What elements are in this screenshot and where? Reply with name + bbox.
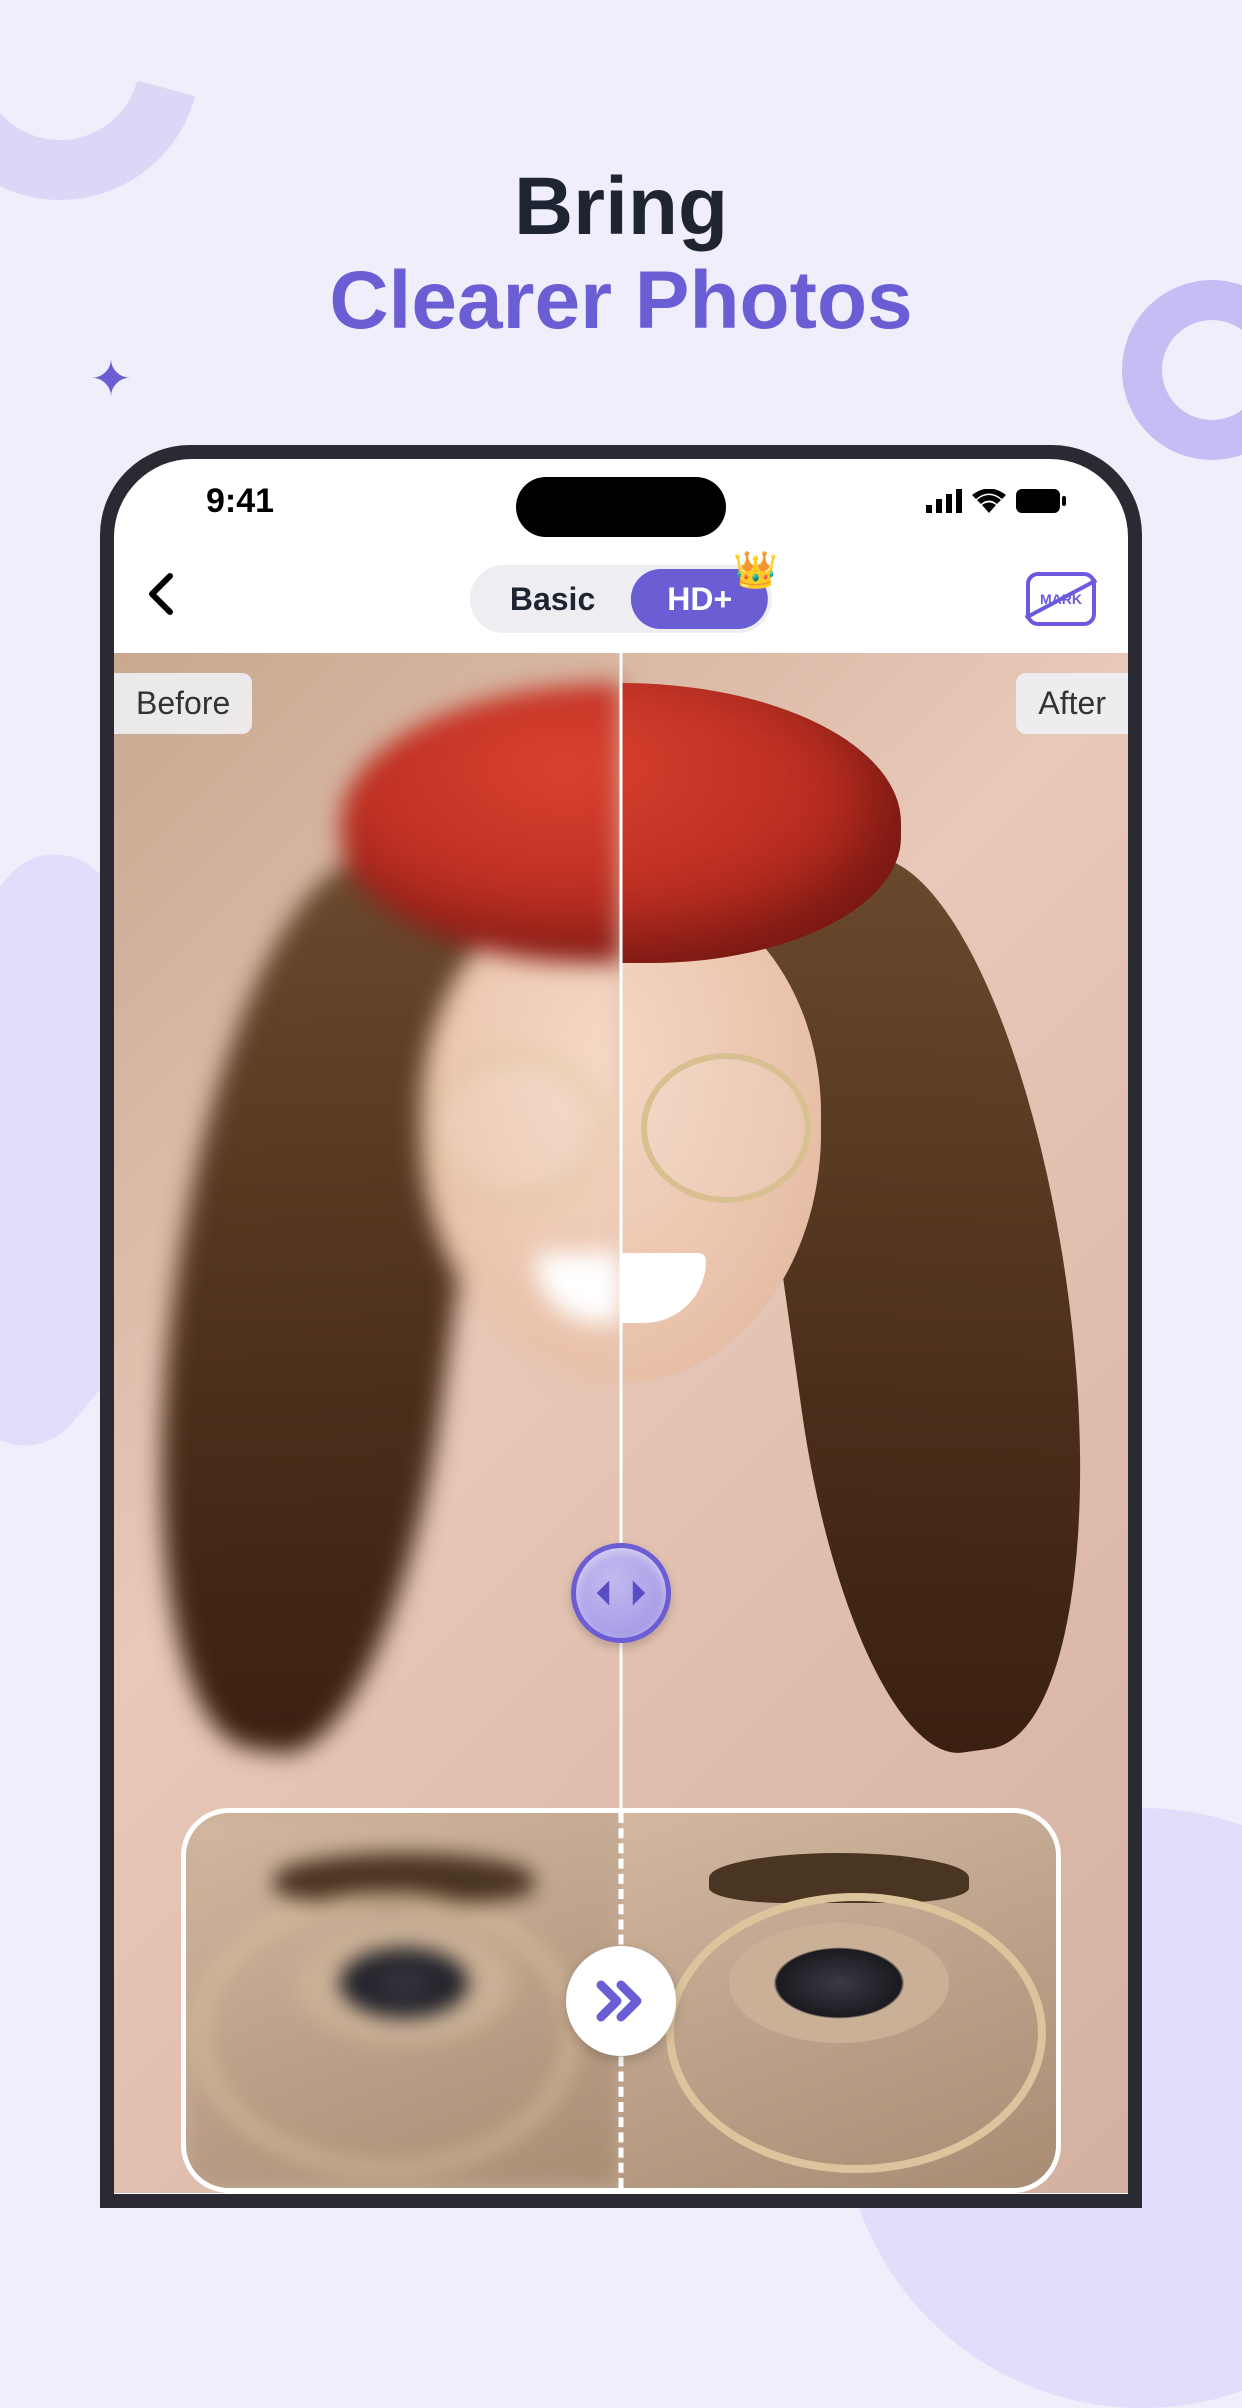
headline-line-2: Clearer Photos: [0, 254, 1242, 348]
double-chevron-right-icon: [595, 1979, 647, 2023]
dynamic-island: [516, 477, 726, 537]
cellular-icon: [926, 489, 962, 513]
status-icons: [926, 489, 1066, 513]
headline-line-1: Bring: [0, 160, 1242, 254]
quality-segment-control[interactable]: Basic HD+ 👑: [470, 565, 772, 633]
status-bar: 9:41: [114, 459, 1128, 535]
segment-hd-plus[interactable]: HD+ 👑: [631, 569, 768, 629]
wifi-icon: [972, 489, 1006, 513]
detail-after: [621, 1813, 1056, 2188]
battery-icon: [1016, 489, 1066, 513]
after-label: After: [1016, 673, 1128, 734]
detail-before: [186, 1813, 621, 2188]
chevron-left-icon: [146, 572, 174, 616]
detail-zoom-inset: [181, 1808, 1061, 2193]
comparison-slider-handle[interactable]: [571, 1543, 671, 1643]
nav-bar: Basic HD+ 👑 MARK: [114, 535, 1128, 653]
status-time: 9:41: [206, 482, 274, 521]
sparkle-icon: ✦: [90, 350, 132, 408]
phone-screen: 9:41 Basic HD+ 👑 MARK: [114, 459, 1128, 2194]
image-comparison-area: Before After: [114, 653, 1128, 2193]
segment-basic[interactable]: Basic: [474, 569, 631, 629]
arrow-right-icon: [629, 1579, 649, 1607]
watermark-label: MARK: [1040, 591, 1082, 607]
crown-icon: 👑: [733, 549, 778, 591]
detail-slider-handle[interactable]: [566, 1946, 676, 2056]
before-label: Before: [114, 673, 252, 734]
remove-watermark-button[interactable]: MARK: [1026, 572, 1096, 626]
segment-hd-label: HD+: [667, 581, 732, 618]
marketing-headline: Bring Clearer Photos: [0, 160, 1242, 349]
phone-frame: 9:41 Basic HD+ 👑 MARK: [100, 445, 1142, 2208]
back-button[interactable]: [146, 569, 174, 629]
arrow-left-icon: [593, 1579, 613, 1607]
